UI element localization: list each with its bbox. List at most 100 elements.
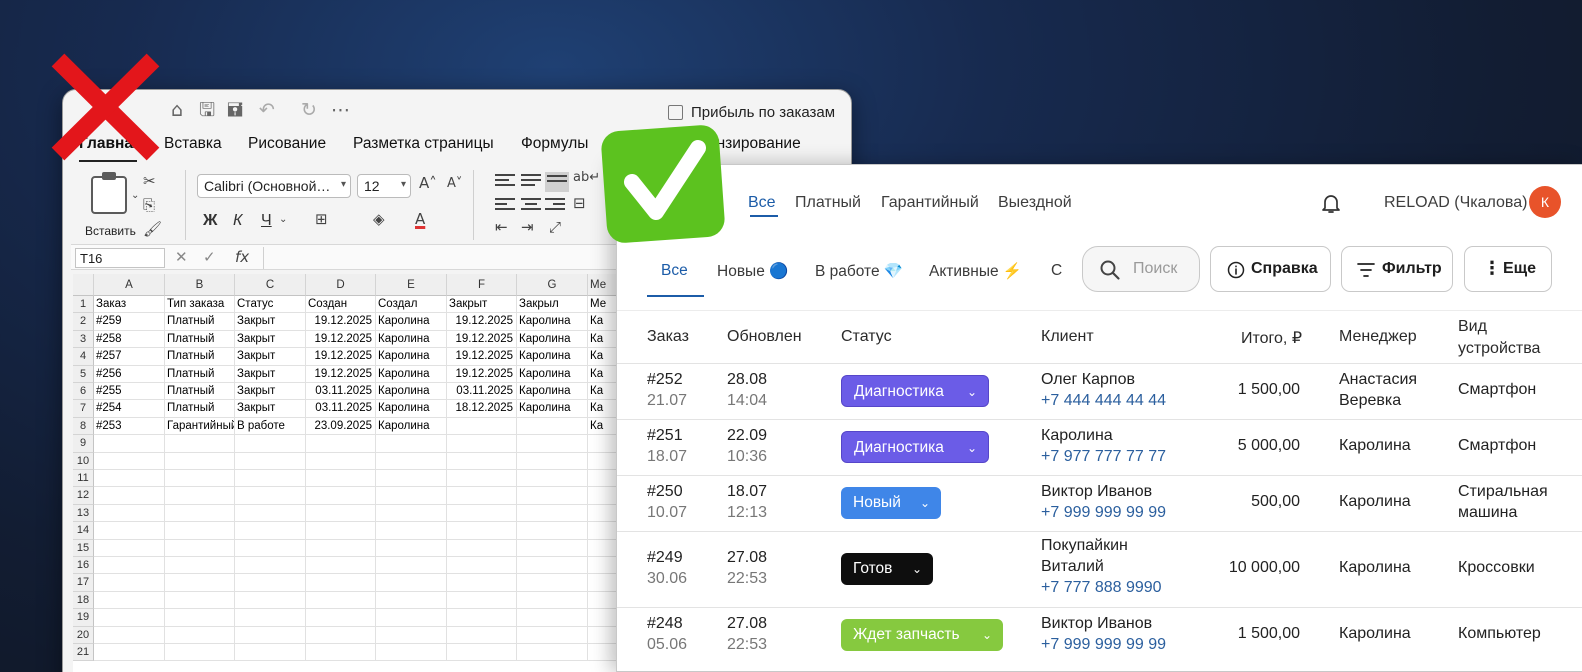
grid-cell[interactable]: Каролина xyxy=(517,313,588,331)
grid-cell[interactable] xyxy=(517,522,588,540)
tab-status-more[interactable]: С xyxy=(1051,262,1062,280)
grid-cell[interactable] xyxy=(165,591,235,610)
client-name[interactable]: Виктор Иванов xyxy=(1041,483,1152,501)
grid-cell[interactable]: Платный xyxy=(165,313,235,331)
font-color-icon[interactable]: A xyxy=(415,210,425,228)
grid-cell[interactable] xyxy=(517,557,588,575)
grid-cell[interactable]: Каролина xyxy=(376,417,447,436)
row-header[interactable]: 16 xyxy=(73,557,94,575)
grid-cell[interactable] xyxy=(165,609,235,627)
grid-cell[interactable] xyxy=(165,626,235,644)
grid-cell[interactable] xyxy=(235,539,306,557)
row-header[interactable]: 12 xyxy=(73,487,94,505)
header-device[interactable]: Вид xyxy=(1458,318,1487,336)
grid-cell[interactable] xyxy=(517,574,588,592)
column-header[interactable]: G xyxy=(517,274,588,296)
grid-cell[interactable] xyxy=(165,557,235,575)
avatar[interactable]: К xyxy=(1529,186,1561,218)
grid-cell[interactable]: Закрыт xyxy=(235,313,306,331)
grid-cell[interactable] xyxy=(235,487,306,505)
row-header[interactable]: 2 xyxy=(73,313,94,331)
grid-cell[interactable]: #259 xyxy=(94,313,165,331)
grid-cell[interactable]: Закрыл xyxy=(517,296,588,314)
text-wrap-icon[interactable]: ab↵ xyxy=(573,170,600,185)
grid-cell[interactable]: #255 xyxy=(94,383,165,401)
more-icon[interactable]: ⋯ xyxy=(331,100,350,120)
grid-cell[interactable] xyxy=(94,470,165,488)
grid-cell[interactable] xyxy=(517,504,588,523)
grid-cell[interactable] xyxy=(235,574,306,592)
header-client[interactable]: Клиент xyxy=(1041,328,1094,346)
row-header[interactable]: 1 xyxy=(73,296,94,314)
home-icon[interactable]: ⌂ xyxy=(171,100,183,120)
grid-cell[interactable]: #256 xyxy=(94,365,165,383)
grid-cell[interactable] xyxy=(376,470,447,488)
grid-cell[interactable] xyxy=(447,452,517,470)
grid-cell[interactable] xyxy=(94,591,165,610)
header-total[interactable]: Итого, ₽ xyxy=(1241,328,1302,348)
save-as-icon[interactable]: 🖬 xyxy=(227,100,243,120)
column-header[interactable]: E xyxy=(376,274,447,296)
row-header[interactable]: 8 xyxy=(73,417,94,436)
underline-button[interactable]: Ч xyxy=(261,212,272,230)
grid-cell[interactable] xyxy=(94,557,165,575)
grid-cell[interactable]: 19.12.2025 xyxy=(306,365,376,383)
grid-cell[interactable] xyxy=(306,435,376,453)
grid-cell[interactable] xyxy=(517,644,588,662)
header-updated[interactable]: Обновлен xyxy=(727,328,802,346)
grid-cell[interactable] xyxy=(94,504,165,523)
grid-cell[interactable] xyxy=(376,626,447,644)
grid-cell[interactable]: Закрыт xyxy=(235,348,306,366)
grid-cell[interactable]: Платный xyxy=(165,400,235,418)
row-header[interactable]: 9 xyxy=(73,435,94,453)
grid-cell[interactable]: Создан xyxy=(306,296,376,314)
grid-cell[interactable] xyxy=(447,591,517,610)
grid-cell[interactable] xyxy=(306,522,376,540)
grid-cell[interactable] xyxy=(235,504,306,523)
tab-all[interactable]: Все xyxy=(748,194,776,212)
grid-cell[interactable]: Закрыт xyxy=(447,296,517,314)
align-middle-icon[interactable] xyxy=(521,174,541,188)
grid-cell[interactable]: 19.12.2025 xyxy=(306,348,376,366)
row-header[interactable]: 4 xyxy=(73,348,94,366)
status-dropdown[interactable]: Диагностика ⌄ xyxy=(841,431,989,463)
tab-page-layout[interactable]: Разметка страницы xyxy=(353,135,494,153)
header-manager[interactable]: Менеджер xyxy=(1339,328,1417,346)
grid-cell[interactable] xyxy=(517,487,588,505)
help-button[interactable]: Справка xyxy=(1210,246,1331,292)
grid-cell[interactable]: Платный xyxy=(165,383,235,401)
grid-cell[interactable] xyxy=(447,504,517,523)
paste-button[interactable]: ⌄ Вставить xyxy=(85,172,145,244)
grid-cell[interactable] xyxy=(447,470,517,488)
grid-cell[interactable]: Гарантийный xyxy=(165,417,235,436)
grid-cell[interactable] xyxy=(165,487,235,505)
grid-cell[interactable] xyxy=(165,644,235,662)
client-name[interactable]: Каролина xyxy=(1041,427,1113,445)
grid-cell[interactable]: Каролина xyxy=(376,348,447,366)
font-size-dropdown[interactable]: 12 ▾ xyxy=(357,174,411,198)
tab-insert[interactable]: Вставка xyxy=(164,135,222,153)
grid-cell[interactable] xyxy=(235,609,306,627)
user-name[interactable]: RELOAD (Чкалова) xyxy=(1384,194,1527,212)
row-header[interactable]: 5 xyxy=(73,365,94,383)
client-name[interactable]: Виктор Иванов xyxy=(1041,615,1152,633)
name-box[interactable]: T16 xyxy=(75,248,165,268)
align-top-icon[interactable] xyxy=(495,174,515,188)
grid-cell[interactable]: Закрыт xyxy=(235,330,306,349)
tab-draw[interactable]: Рисование xyxy=(248,135,326,153)
grid-cell[interactable]: 19.12.2025 xyxy=(447,313,517,331)
tab-status-active[interactable]: Активные ⚡ xyxy=(929,262,1022,281)
increase-font-icon[interactable]: A˄ xyxy=(419,174,437,192)
grid-cell[interactable] xyxy=(306,539,376,557)
row-header[interactable]: 18 xyxy=(73,591,94,610)
borders-icon[interactable]: ⊞ xyxy=(315,210,328,228)
tab-warranty[interactable]: Гарантийный xyxy=(881,194,979,212)
more-button[interactable]: ⋮ Еще xyxy=(1464,246,1552,292)
grid-cell[interactable]: 19.12.2025 xyxy=(447,330,517,349)
grid-cell[interactable] xyxy=(376,487,447,505)
grid-cell[interactable] xyxy=(447,435,517,453)
cancel-icon[interactable]: ✕ xyxy=(175,248,188,266)
grid-cell[interactable]: 19.12.2025 xyxy=(306,313,376,331)
grid-cell[interactable] xyxy=(235,591,306,610)
grid-cell[interactable]: Каролина xyxy=(517,400,588,418)
